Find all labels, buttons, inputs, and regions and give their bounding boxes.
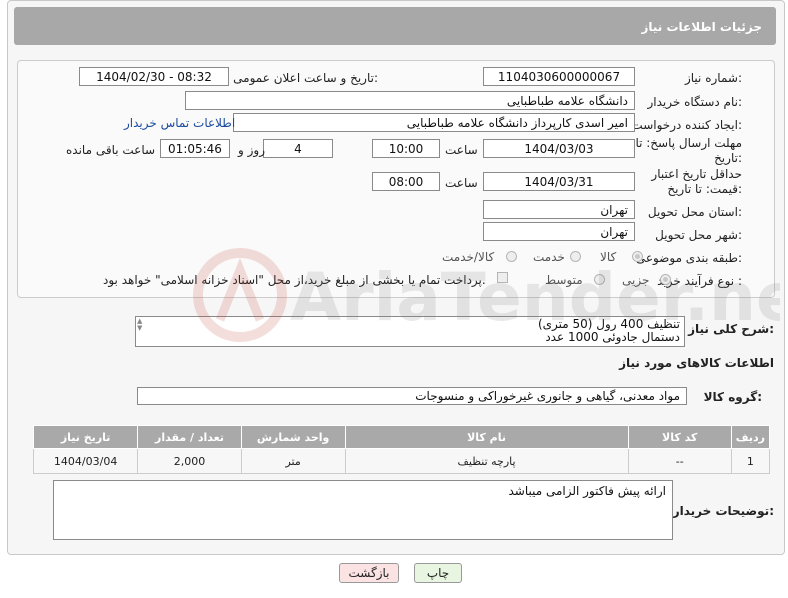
validity-time-label: ساعت bbox=[445, 176, 478, 190]
creator-label: ایجاد کننده درخواست: bbox=[631, 118, 742, 132]
need-number-field: 1104030600000067 bbox=[483, 67, 635, 86]
process-radio-medium[interactable] bbox=[594, 274, 605, 285]
cell-name: پارچه تنظیف bbox=[344, 448, 629, 474]
deadline-label: مهلت ارسال پاسخ: تا تاریخ: bbox=[635, 136, 742, 165]
description-label: شرح کلی نیاز: bbox=[688, 322, 774, 336]
province-label: استان محل تحویل: bbox=[647, 205, 742, 219]
description-textarea[interactable]: تنظیف 400 رول (50 متری) دستمال جادوئی 10… bbox=[135, 316, 685, 347]
city-label: شهر محل تحویل: bbox=[655, 228, 742, 242]
category-radio-goods-service[interactable] bbox=[506, 251, 517, 262]
need-number-label: شماره نیاز: bbox=[684, 71, 742, 85]
province-field: تهران bbox=[483, 200, 635, 219]
remaining-time-field: 01:05:46 bbox=[160, 139, 230, 158]
table-row: 1 -- پارچه تنظیف متر 2,000 1404/03/04 bbox=[32, 448, 771, 474]
description-line: دستمال جادوئی 1000 عدد bbox=[545, 330, 680, 344]
goods-group-field: مواد معدنی، گیاهی و جانوری غیرخوراکی و م… bbox=[137, 387, 687, 405]
category-label: طبقه بندی موضوعی: bbox=[635, 251, 742, 265]
print-button[interactable]: چاپ bbox=[414, 563, 462, 583]
panel-header: جزئیات اطلاعات نیاز bbox=[14, 7, 776, 45]
city-field: تهران bbox=[483, 222, 635, 241]
category-option-goods: کالا bbox=[600, 250, 617, 264]
category-option-goods-service: کالا/خدمت bbox=[442, 250, 495, 264]
category-radio-service[interactable] bbox=[570, 251, 581, 262]
remaining-label: ساعت باقی مانده bbox=[66, 143, 156, 157]
deadline-time-label: ساعت bbox=[445, 143, 478, 157]
deadline-time-field: 10:00 bbox=[372, 139, 440, 158]
process-option-minor: جزیی bbox=[622, 273, 650, 287]
col-quantity: تعداد / مقدار bbox=[137, 425, 242, 449]
goods-table: ردیف کد کالا نام کالا واحد شمارش تعداد /… bbox=[32, 425, 771, 474]
cell-unit: متر bbox=[240, 448, 346, 474]
buyer-org-label: نام دستگاه خریدار: bbox=[647, 95, 743, 109]
deadline-date-field: 1404/03/03 bbox=[483, 139, 635, 158]
days-field: 4 bbox=[263, 139, 333, 158]
cell-code: -- bbox=[627, 448, 732, 474]
cell-row: 1 bbox=[730, 448, 771, 474]
col-row: ردیف bbox=[730, 425, 771, 449]
process-option-medium: متوسط bbox=[545, 273, 583, 287]
notes-textarea[interactable]: ارائه پیش فاکتور الزامی میباشد bbox=[53, 480, 673, 540]
cell-date: 1404/03/04 bbox=[32, 448, 139, 474]
days-label: روز و bbox=[238, 143, 265, 157]
goods-group-label: گروه کالا: bbox=[703, 390, 762, 404]
category-radio-goods[interactable] bbox=[632, 251, 643, 262]
goods-section-title: اطلاعات کالاهای مورد نیاز bbox=[619, 356, 774, 370]
validity-label: حداقل تاریخ اعتبار قیمت: تا تاریخ: bbox=[651, 167, 742, 196]
category-option-service: خدمت bbox=[533, 250, 565, 264]
col-unit: واحد شمارش bbox=[240, 425, 346, 449]
creator-field: امیر اسدی کارپرداز دانشگاه علامه طباطبای… bbox=[233, 113, 635, 132]
process-radio-minor[interactable] bbox=[660, 274, 671, 285]
validity-time-field: 08:00 bbox=[372, 172, 440, 191]
treasury-note: پرداخت تمام یا بخشی از مبلغ خرید،از محل … bbox=[103, 273, 486, 287]
panel-title: جزئیات اطلاعات نیاز bbox=[641, 20, 762, 34]
buyer-contact-link[interactable]: اطلاعات تماس خریدار bbox=[124, 116, 235, 130]
validity-date-field: 1404/03/31 bbox=[483, 172, 635, 191]
back-button[interactable]: بازگشت bbox=[339, 563, 399, 583]
scroll-arrows-icon[interactable]: ▲ ▼ bbox=[137, 318, 147, 332]
announce-field: 1404/02/30 - 08:32 bbox=[79, 67, 229, 86]
notes-label: توضیحات خریدار: bbox=[672, 504, 774, 518]
cell-quantity: 2,000 bbox=[137, 448, 242, 474]
treasury-checkbox[interactable] bbox=[497, 272, 508, 283]
col-name: نام کالا bbox=[344, 425, 629, 449]
buyer-org-field: دانشگاه علامه طباطبایی bbox=[185, 91, 635, 110]
announce-label: تاریخ و ساعت اعلان عمومی: bbox=[233, 71, 378, 85]
col-date: تاریخ نیاز bbox=[32, 425, 139, 449]
col-code: کد کالا bbox=[627, 425, 732, 449]
